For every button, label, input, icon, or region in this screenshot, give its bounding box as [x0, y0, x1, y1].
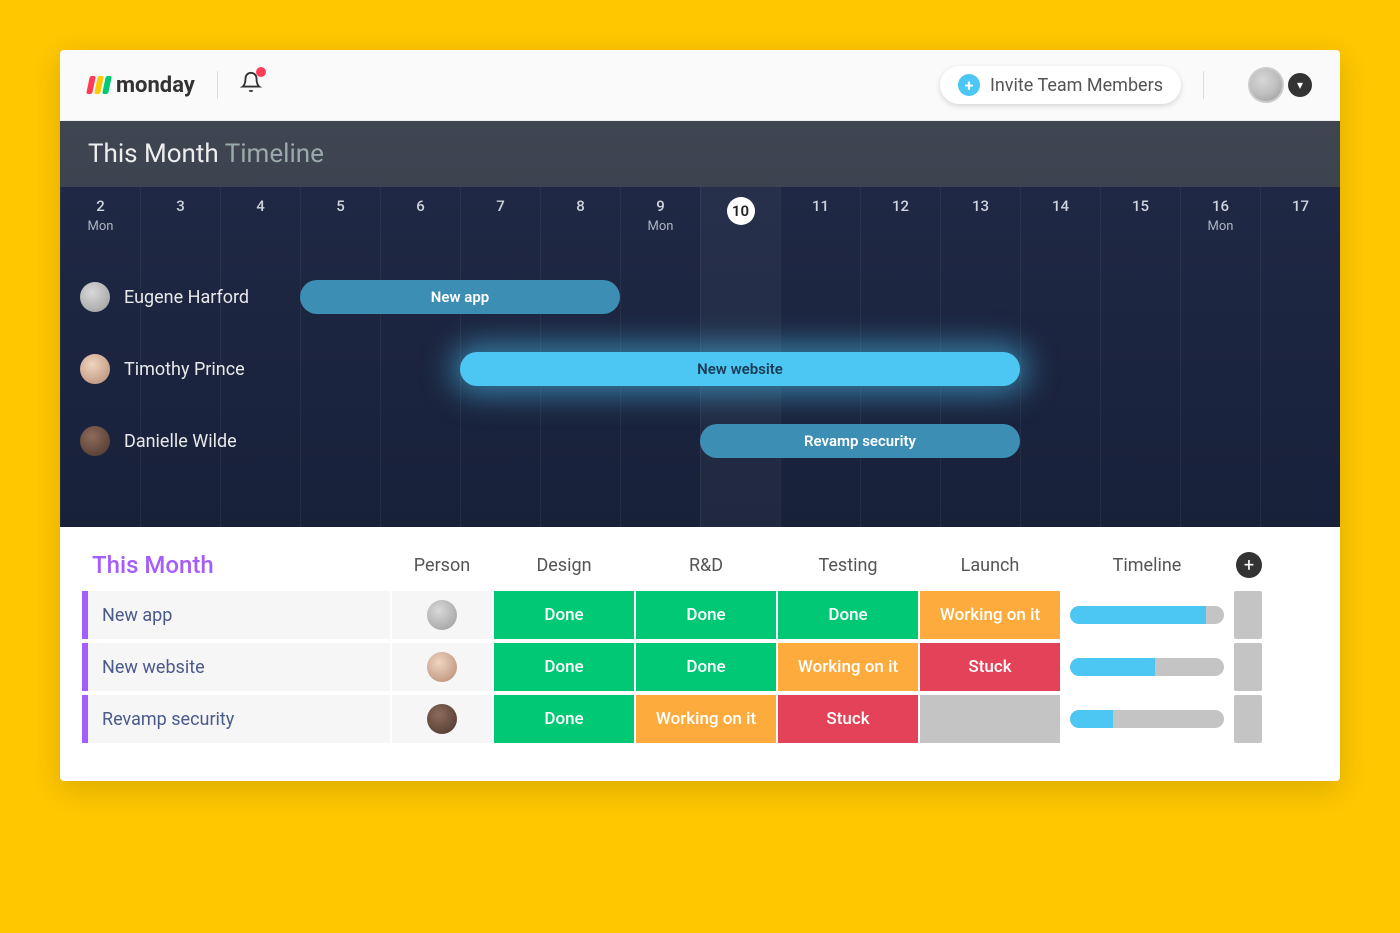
status-cell[interactable]: Working on it	[636, 695, 776, 743]
person-cell[interactable]	[392, 643, 492, 691]
status-cell[interactable]: Stuck	[778, 695, 918, 743]
header-divider	[1203, 71, 1204, 99]
status-cell[interactable]	[920, 695, 1060, 743]
person-name: Eugene Harford	[124, 287, 249, 308]
progress-track	[1070, 710, 1224, 728]
bar-track: Revamp security	[350, 424, 1340, 458]
progress-fill	[1070, 710, 1113, 728]
avatar-icon	[80, 354, 110, 384]
plus-icon: +	[958, 74, 980, 96]
avatar-icon	[80, 282, 110, 312]
timeline-person: Timothy Prince	[60, 354, 350, 384]
status-cell[interactable]: Done	[494, 643, 634, 691]
timeline-body: 2Mon3456789Mon10111213141516Mon17 Eugene…	[60, 187, 1340, 527]
status-cell[interactable]: Done	[636, 643, 776, 691]
col-design: Design	[494, 555, 634, 576]
timeline-person: Danielle Wilde	[60, 426, 350, 456]
timeline-row: Eugene Harford New app	[60, 261, 1340, 333]
row-end-stub	[1234, 643, 1262, 691]
header-divider	[217, 71, 218, 99]
chevron-down-icon: ▾	[1288, 73, 1312, 97]
table-row: Revamp security DoneWorking on itStuck	[82, 695, 1318, 743]
add-column-button[interactable]: +	[1236, 552, 1262, 578]
progress-fill	[1070, 606, 1206, 624]
col-person: Person	[392, 555, 492, 576]
status-cell[interactable]: Done	[494, 695, 634, 743]
timeline-bar[interactable]: Revamp security	[700, 424, 1020, 458]
invite-team-button[interactable]: + Invite Team Members	[940, 66, 1181, 104]
table-row: New appDoneDoneDoneWorking on it	[82, 591, 1318, 639]
table-rows: New appDoneDoneDoneWorking on itNew webs…	[82, 591, 1318, 743]
progress-track	[1070, 658, 1224, 676]
person-cell[interactable]	[392, 591, 492, 639]
progress-cell[interactable]	[1062, 695, 1232, 743]
status-cell[interactable]: Stuck	[920, 643, 1060, 691]
invite-label: Invite Team Members	[990, 75, 1163, 96]
row-name[interactable]: New app	[82, 591, 390, 639]
col-testing: Testing	[778, 555, 918, 576]
row-end-stub	[1234, 695, 1262, 743]
progress-fill	[1070, 658, 1155, 676]
section-title: This Month	[82, 551, 390, 579]
progress-cell[interactable]	[1062, 643, 1232, 691]
table-header: This Month Person Design R&D Testing Lau…	[82, 551, 1318, 579]
progress-cell[interactable]	[1062, 591, 1232, 639]
status-cell[interactable]: Working on it	[920, 591, 1060, 639]
title-suffix: Timeline	[225, 139, 324, 169]
avatar-icon	[1248, 67, 1284, 103]
bar-track: New app	[350, 280, 1340, 314]
person-name: Timothy Prince	[124, 359, 245, 380]
timeline-bar[interactable]: New app	[300, 280, 620, 314]
col-rd: R&D	[636, 555, 776, 576]
timeline-title: This Month Timeline	[60, 121, 1340, 187]
person-name: Danielle Wilde	[124, 431, 237, 452]
timeline-row: Danielle Wilde Revamp security	[60, 405, 1340, 477]
brand-name: monday	[116, 73, 195, 98]
status-cell[interactable]: Done	[636, 591, 776, 639]
user-avatar-menu[interactable]: ▾	[1248, 67, 1312, 103]
bar-track: New website	[350, 352, 1340, 386]
col-launch: Launch	[920, 555, 1060, 576]
status-cell[interactable]: Working on it	[778, 643, 918, 691]
title-main: This Month	[88, 139, 219, 169]
avatar-icon	[427, 600, 457, 630]
avatar-icon	[427, 704, 457, 734]
avatar-icon	[80, 426, 110, 456]
row-end-stub	[1234, 591, 1262, 639]
progress-track	[1070, 606, 1224, 624]
brand-logo[interactable]: monday	[88, 73, 195, 98]
table-section: This Month Person Design R&D Testing Lau…	[60, 527, 1340, 781]
table-row: New websiteDoneDoneWorking on itStuck	[82, 643, 1318, 691]
app-window: monday + Invite Team Members ▾ This Mont…	[60, 50, 1340, 781]
person-cell[interactable]	[392, 695, 492, 743]
timeline-panel: This Month Timeline 2Mon3456789Mon101112…	[60, 121, 1340, 527]
row-name[interactable]: New website	[82, 643, 390, 691]
timeline-row: Timothy Prince New website	[60, 333, 1340, 405]
status-cell[interactable]: Done	[778, 591, 918, 639]
top-header: monday + Invite Team Members ▾	[60, 50, 1340, 121]
col-timeline: Timeline	[1062, 555, 1232, 576]
notifications-bell-icon[interactable]	[240, 71, 262, 99]
timeline-rows: Eugene Harford New app Timothy Prince New w…	[60, 261, 1340, 477]
status-cell[interactable]: Done	[494, 591, 634, 639]
row-name[interactable]: Revamp security	[82, 695, 390, 743]
timeline-bar[interactable]: New website	[460, 352, 1020, 386]
logo-mark-icon	[88, 76, 110, 94]
avatar-icon	[427, 652, 457, 682]
